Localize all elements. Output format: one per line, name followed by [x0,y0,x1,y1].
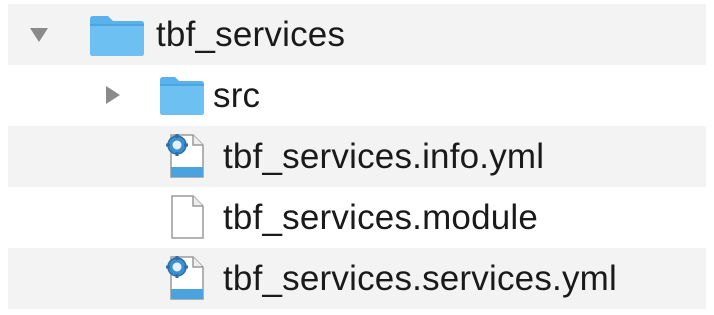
yml-file-icon [166,256,204,300]
file-tree: tbf_services src tbf_services.info.yml t… [0,0,714,315]
folder-icon [160,77,204,115]
tree-row-module-file[interactable]: tbf_services.module [8,187,706,248]
tree-row-services-yml-file[interactable]: tbf_services.services.yml [8,248,706,309]
blank-file-icon [171,195,204,239]
disclosure-triangle-expanded-icon[interactable] [30,28,48,42]
tree-item-label: tbf_services.services.yml [223,259,617,298]
folder-icon [90,16,144,56]
tree-row-info-yml-file[interactable]: tbf_services.info.yml [8,126,706,187]
tree-row-root-folder[interactable]: tbf_services [8,4,706,65]
yml-file-icon [166,134,204,178]
tree-item-label: tbf_services [156,15,346,54]
tree-item-label: tbf_services.module [223,198,539,237]
tree-item-label: tbf_services.info.yml [223,137,545,176]
tree-item-label: src [213,76,261,115]
disclosure-triangle-collapsed-icon[interactable] [106,86,120,104]
tree-row-src-folder[interactable]: src [8,65,706,126]
